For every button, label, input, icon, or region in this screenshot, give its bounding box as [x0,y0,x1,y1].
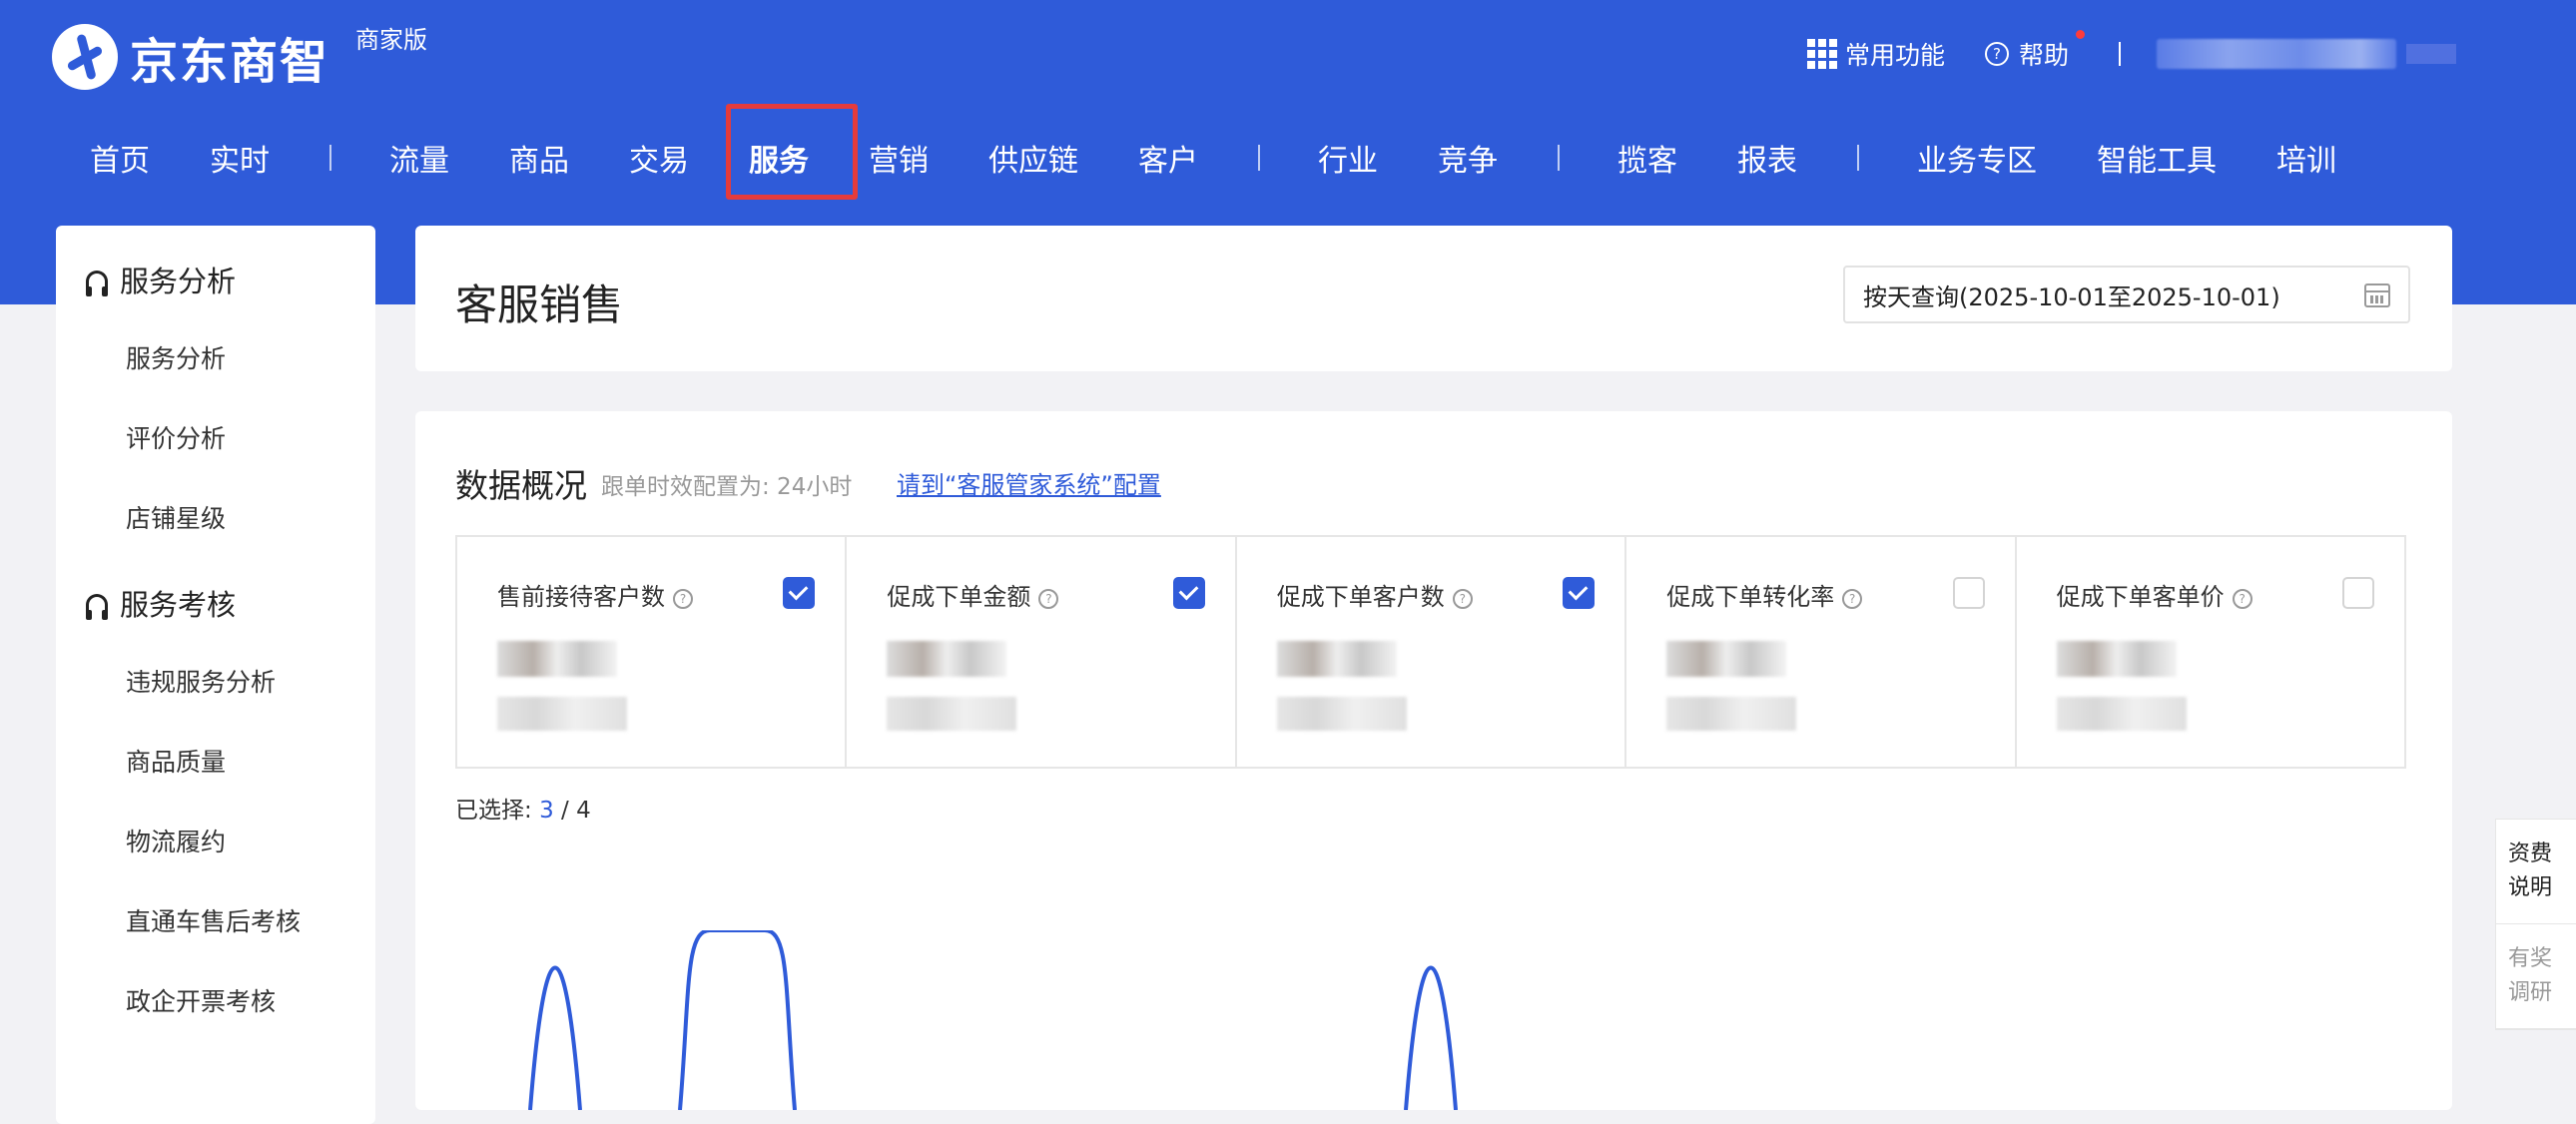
nav-item-traffic[interactable]: 流量 [389,136,449,180]
nav-divider [1857,145,1859,171]
survey-tab[interactable]: 有奖调研 [2496,924,2576,1029]
sidebar-item-invoice-assessment[interactable]: 政企开票考核 [56,962,375,1042]
active-nav-highlight-box [726,104,858,200]
metric-compare-redacted [1276,697,1407,731]
nav-item-home[interactable]: 首页 [90,136,150,180]
notification-dot [2076,30,2085,39]
sidebar-item-aftersales-assessment[interactable]: 直通车售后考核 [56,882,375,962]
sidebar-group-service-analysis[interactable]: 服务分析 [56,252,375,307]
nav-item-competition[interactable]: 竞争 [1438,136,1498,180]
data-overview-card: 数据概况 跟单时效配置为: 24小时 请到“客服管家系统”配置 售前接待客户数?… [415,411,2452,1110]
help-icon: ? [1984,42,2009,66]
account-name-redacted[interactable] [2157,39,2396,69]
nav-item-business-zone[interactable]: 业务专区 [1917,136,2037,180]
metric-compare-redacted [497,697,627,731]
pricing-info-tab[interactable]: 资费说明 [2496,820,2576,924]
page-title: 客服销售 [455,281,624,329]
floating-side-tabs: 资费说明 有奖调研 [2495,819,2576,1030]
sidebar: 服务分析 服务分析 评价分析 店铺星级 服务考核 违规服务分析 商品质量 物流履… [56,226,375,1124]
logo-icon [52,24,118,90]
nav-item-products[interactable]: 商品 [509,136,569,180]
sidebar-item-violation-analysis[interactable]: 违规服务分析 [56,643,375,723]
metric-card[interactable]: 促成下单客单价? [2017,537,2404,767]
nav-item-acquisition[interactable]: 揽客 [1617,136,1677,180]
logo[interactable]: 京东商智 [52,22,329,92]
nav-item-smart-tools[interactable]: 智能工具 [2097,136,2217,180]
sidebar-group-label: 服务分析 [120,265,237,298]
nav-divider [1558,145,1560,171]
apps-grid-icon[interactable] [1806,39,1837,69]
sidebar-group-label: 服务考核 [120,588,237,622]
metric-checkbox[interactable] [2342,577,2375,609]
favorites-button[interactable]: 常用功能 [1845,36,1945,72]
metric-label: 售前接待客户数? [497,577,693,612]
question-icon[interactable]: ? [1038,589,1059,609]
trend-line [678,930,797,1110]
selected-count: 已选择: 3 / 4 [455,798,591,824]
help-button[interactable]: ? 帮助 [1984,30,2085,72]
metric-compare-redacted [887,697,1017,731]
trend-line [1404,965,1458,1110]
question-icon[interactable]: ? [1452,589,1473,609]
metric-value-redacted [1276,641,1397,677]
account-extra-redacted [2406,44,2456,64]
metric-label: 促成下单客单价? [2057,577,2253,612]
section-title: 数据概况 [455,466,587,505]
sidebar-item-logistics[interactable]: 物流履约 [56,803,375,882]
headphones-icon [86,271,108,296]
metric-value-redacted [497,641,617,677]
logo-text: 京东商智 [130,34,330,90]
metric-compare-redacted [1666,697,1797,731]
header-divider [2119,42,2121,66]
config-link[interactable]: 请到“客服管家系统”配置 [897,465,1161,500]
headphones-icon [86,594,108,620]
nav-item-trade[interactable]: 交易 [629,136,689,180]
metric-label: 促成下单转化率? [1666,577,1863,612]
tracking-config-text: 跟单时效配置为: 24小时 [601,474,853,500]
metric-compare-redacted [2056,697,2187,731]
metric-checkbox[interactable] [783,577,816,609]
sidebar-item-store-rating[interactable]: 店铺星级 [56,479,375,559]
metric-checkbox[interactable] [1563,577,1596,609]
metric-card[interactable]: 促成下单转化率? [1626,537,2017,767]
metric-value-redacted [2056,641,2177,677]
header-toolbar: 常用功能 ? 帮助 [1806,30,2456,72]
metric-label: 促成下单金额? [887,577,1059,612]
nav-item-marketing[interactable]: 营销 [869,136,929,180]
trend-chart [528,930,1458,1110]
metric-checkbox[interactable] [1172,577,1205,609]
main-nav: 首页 实时 流量 商品 交易 服务 营销 供应链 客户 行业 竞争 揽客 报表 … [90,136,2396,180]
sidebar-group-service-assessment[interactable]: 服务考核 [56,575,375,631]
question-icon[interactable]: ? [1842,589,1863,609]
metric-value-redacted [1666,641,1787,677]
nav-divider [329,145,331,171]
metric-card[interactable]: 促成下单客户数? [1237,537,1627,767]
nav-item-reports[interactable]: 报表 [1737,136,1797,180]
sidebar-item-product-quality[interactable]: 商品质量 [56,723,375,803]
nav-item-training[interactable]: 培训 [2276,136,2336,180]
metric-card[interactable]: 售前接待客户数? [457,537,848,767]
nav-item-supply-chain[interactable]: 供应链 [988,136,1078,180]
edition-label: 商家版 [355,26,427,54]
sidebar-item-service-analysis[interactable]: 服务分析 [56,319,375,399]
date-range-picker[interactable]: 按天查询(2025-10-01至2025-10-01) [1843,266,2410,323]
trend-line [528,965,582,1110]
question-icon[interactable]: ? [673,589,693,609]
metric-cards: 售前接待客户数? 促成下单金额? 促成下单客户数? 促成下单转化率? 促成下单客… [455,535,2406,769]
nav-item-realtime[interactable]: 实时 [210,136,270,180]
metric-card[interactable]: 促成下单金额? [847,537,1237,767]
nav-item-customers[interactable]: 客户 [1138,136,1198,180]
page-title-card: 客服销售 按天查询(2025-10-01至2025-10-01) [415,226,2452,371]
metric-checkbox[interactable] [1952,577,1985,609]
calendar-icon[interactable] [2364,283,2390,307]
help-label: 帮助 [2018,41,2069,70]
sidebar-item-review-analysis[interactable]: 评价分析 [56,399,375,479]
nav-item-industry[interactable]: 行业 [1318,136,1378,180]
metric-label: 促成下单客户数? [1277,577,1473,612]
nav-divider [1258,145,1260,171]
question-icon[interactable]: ? [2232,589,2253,609]
metric-value-redacted [887,641,1007,677]
date-range-value: 按天查询(2025-10-01至2025-10-01) [1863,282,2280,311]
